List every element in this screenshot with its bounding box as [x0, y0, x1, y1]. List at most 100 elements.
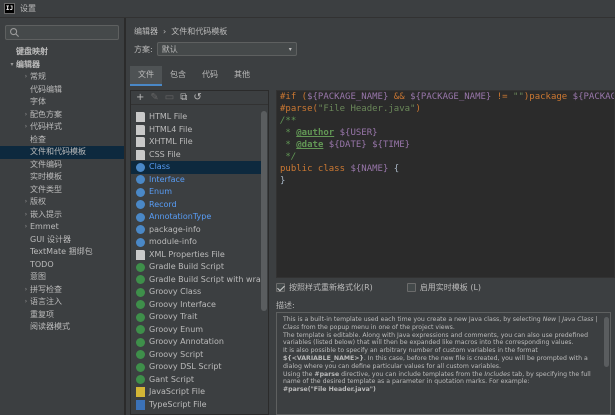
edit-icon[interactable]: ✎: [150, 91, 158, 105]
description-paragraph: The template is editable. Along with Jav…: [283, 332, 604, 348]
code-line: */: [277, 151, 614, 163]
description-text: Includes: [484, 370, 511, 378]
copy-icon[interactable]: ▭: [165, 91, 174, 105]
template-name: CSS File: [149, 149, 181, 159]
template-list-item[interactable]: module-info: [131, 236, 261, 249]
live-template-checkbox[interactable]: [406, 283, 416, 292]
code-line: public class ${NAME} {: [277, 163, 614, 175]
template-list-item[interactable]: package-info: [131, 224, 261, 237]
sidebar-item-label: 文件编码: [30, 159, 62, 169]
sidebar-item[interactable]: › 配色方案: [0, 109, 124, 122]
sidebar-item[interactable]: 文件和代码模板: [0, 146, 124, 159]
template-list-item[interactable]: Groovy DSL Script: [131, 361, 261, 374]
code-token: ${USER}: [339, 128, 378, 138]
template-list-item[interactable]: HTML4 File: [131, 124, 261, 137]
template-list-item[interactable]: HTML File: [131, 111, 261, 124]
tab-0[interactable]: 文件: [130, 66, 162, 86]
template-list-item[interactable]: TypeScript File: [131, 399, 261, 412]
sidebar-item[interactable]: › 常规: [0, 71, 124, 84]
chevron-right-icon[interactable]: ›: [22, 109, 30, 122]
tab-2[interactable]: 代码: [194, 66, 226, 86]
sidebar-item[interactable]: 阅读器模式: [0, 321, 124, 334]
sidebar-item[interactable]: GUI 设计器: [0, 234, 124, 247]
groovy-icon: [136, 362, 145, 372]
chevron-right-icon[interactable]: ›: [22, 221, 30, 234]
breadcrumb-parent[interactable]: 编辑器: [134, 26, 158, 37]
settings-search-box[interactable]: [5, 25, 119, 40]
sidebar-item[interactable]: › 代码样式: [0, 121, 124, 134]
settings-search-input[interactable]: [22, 28, 112, 37]
template-list-item[interactable]: CSS File: [131, 149, 261, 162]
chevron-down-icon[interactable]: ▾: [8, 59, 16, 72]
sidebar-item[interactable]: 实时模板: [0, 171, 124, 184]
sidebar-item[interactable]: ▾ 编辑器: [0, 59, 124, 72]
sidebar-item-label: 键盘映射: [16, 47, 48, 56]
template-editor[interactable]: #if (${PACKAGE_NAME} && ${PACKAGE_NAME} …: [276, 90, 615, 278]
template-list-item[interactable]: Groovy Trait: [131, 311, 261, 324]
template-list-item[interactable]: Interface: [131, 174, 261, 187]
live-template-option[interactable]: 启用实时模板 (L): [406, 282, 481, 293]
chevron-right-icon[interactable]: ›: [22, 196, 30, 209]
template-list-item[interactable]: XHTML File: [131, 136, 261, 149]
sidebar-item[interactable]: › 拼写检查: [0, 284, 124, 297]
breadcrumb: 编辑器 › 文件和代码模板: [134, 26, 227, 37]
sidebar-item[interactable]: › 版权: [0, 196, 124, 209]
sidebar-item[interactable]: 键盘映射: [0, 46, 124, 59]
sidebar-item-label: 拼写检查: [30, 284, 62, 294]
template-list-scrollbar[interactable]: [261, 111, 267, 311]
sidebar-item-label: 嵌入提示: [30, 209, 62, 219]
template-list-item[interactable]: Enum: [131, 186, 261, 199]
reset-icon[interactable]: ↺: [193, 91, 201, 105]
file-icon: [136, 249, 145, 260]
template-list-item[interactable]: Record: [131, 199, 261, 212]
template-name: Groovy Script: [149, 349, 204, 359]
code-line: }: [277, 175, 614, 187]
template-list-item[interactable]: Groovy Interface: [131, 299, 261, 312]
template-list-item[interactable]: AnnotationType: [131, 211, 261, 224]
template-list-item[interactable]: Class: [131, 161, 261, 174]
sidebar-item[interactable]: 文件编码: [0, 159, 124, 172]
reformat-checkbox[interactable]: [276, 283, 285, 292]
template-list-item[interactable]: JavaScript File: [131, 386, 261, 399]
template-list-item[interactable]: Groovy Script: [131, 349, 261, 362]
chevron-right-icon[interactable]: ›: [22, 296, 30, 309]
sidebar-item[interactable]: 字体: [0, 96, 124, 109]
chevron-right-icon[interactable]: ›: [22, 209, 30, 222]
groovy-icon: [136, 375, 145, 385]
sidebar-item-label: 常规: [30, 72, 46, 81]
template-list-item[interactable]: XML Properties File: [131, 249, 261, 262]
java-class-icon: [136, 200, 145, 210]
template-name: Gant Script: [149, 374, 195, 384]
sidebar-item[interactable]: TextMate 捆绑包: [0, 246, 124, 259]
template-list-item[interactable]: Groovy Class: [131, 286, 261, 299]
sidebar-item[interactable]: › 语言注入: [0, 296, 124, 309]
chevron-right-icon[interactable]: ›: [22, 284, 30, 297]
template-list-item[interactable]: Gradle Build Script with wrapper: [131, 274, 261, 287]
template-tabs: 文件 包含 代码 其他: [130, 66, 258, 86]
template-list-item[interactable]: Groovy Enum: [131, 324, 261, 337]
code-token: ${PACKAGE_NAME}: [572, 92, 614, 102]
description-scrollbar[interactable]: [604, 317, 609, 367]
tab-1[interactable]: 包含: [162, 66, 194, 86]
sidebar-item[interactable]: 重复项: [0, 309, 124, 322]
sidebar-item[interactable]: › Emmet: [0, 221, 124, 234]
scheme-select[interactable]: 默认 ▾: [156, 42, 297, 56]
duplicate-icon[interactable]: ⧉: [180, 91, 187, 105]
sidebar-item[interactable]: TODO: [0, 259, 124, 272]
sidebar-item[interactable]: 检查: [0, 134, 124, 147]
sidebar-item[interactable]: 意图: [0, 271, 124, 284]
chevron-right-icon[interactable]: ›: [22, 71, 30, 84]
code-token: ${DATE}: [328, 140, 367, 150]
sidebar-item[interactable]: 文件类型: [0, 184, 124, 197]
tab-3[interactable]: 其他: [226, 66, 258, 86]
template-options: 按照样式重新格式化(R) 启用实时模板 (L): [276, 282, 481, 293]
template-list-item[interactable]: Gant Script: [131, 374, 261, 387]
template-list-item[interactable]: Groovy Annotation: [131, 336, 261, 349]
template-list-item[interactable]: Gradle Build Script: [131, 261, 261, 274]
reformat-option[interactable]: 按照样式重新格式化(R): [276, 282, 373, 293]
sidebar-item[interactable]: 代码编辑: [0, 84, 124, 97]
code-token: /**: [280, 116, 297, 126]
add-icon[interactable]: +: [136, 91, 144, 105]
sidebar-item[interactable]: › 嵌入提示: [0, 209, 124, 222]
chevron-right-icon[interactable]: ›: [22, 121, 30, 134]
